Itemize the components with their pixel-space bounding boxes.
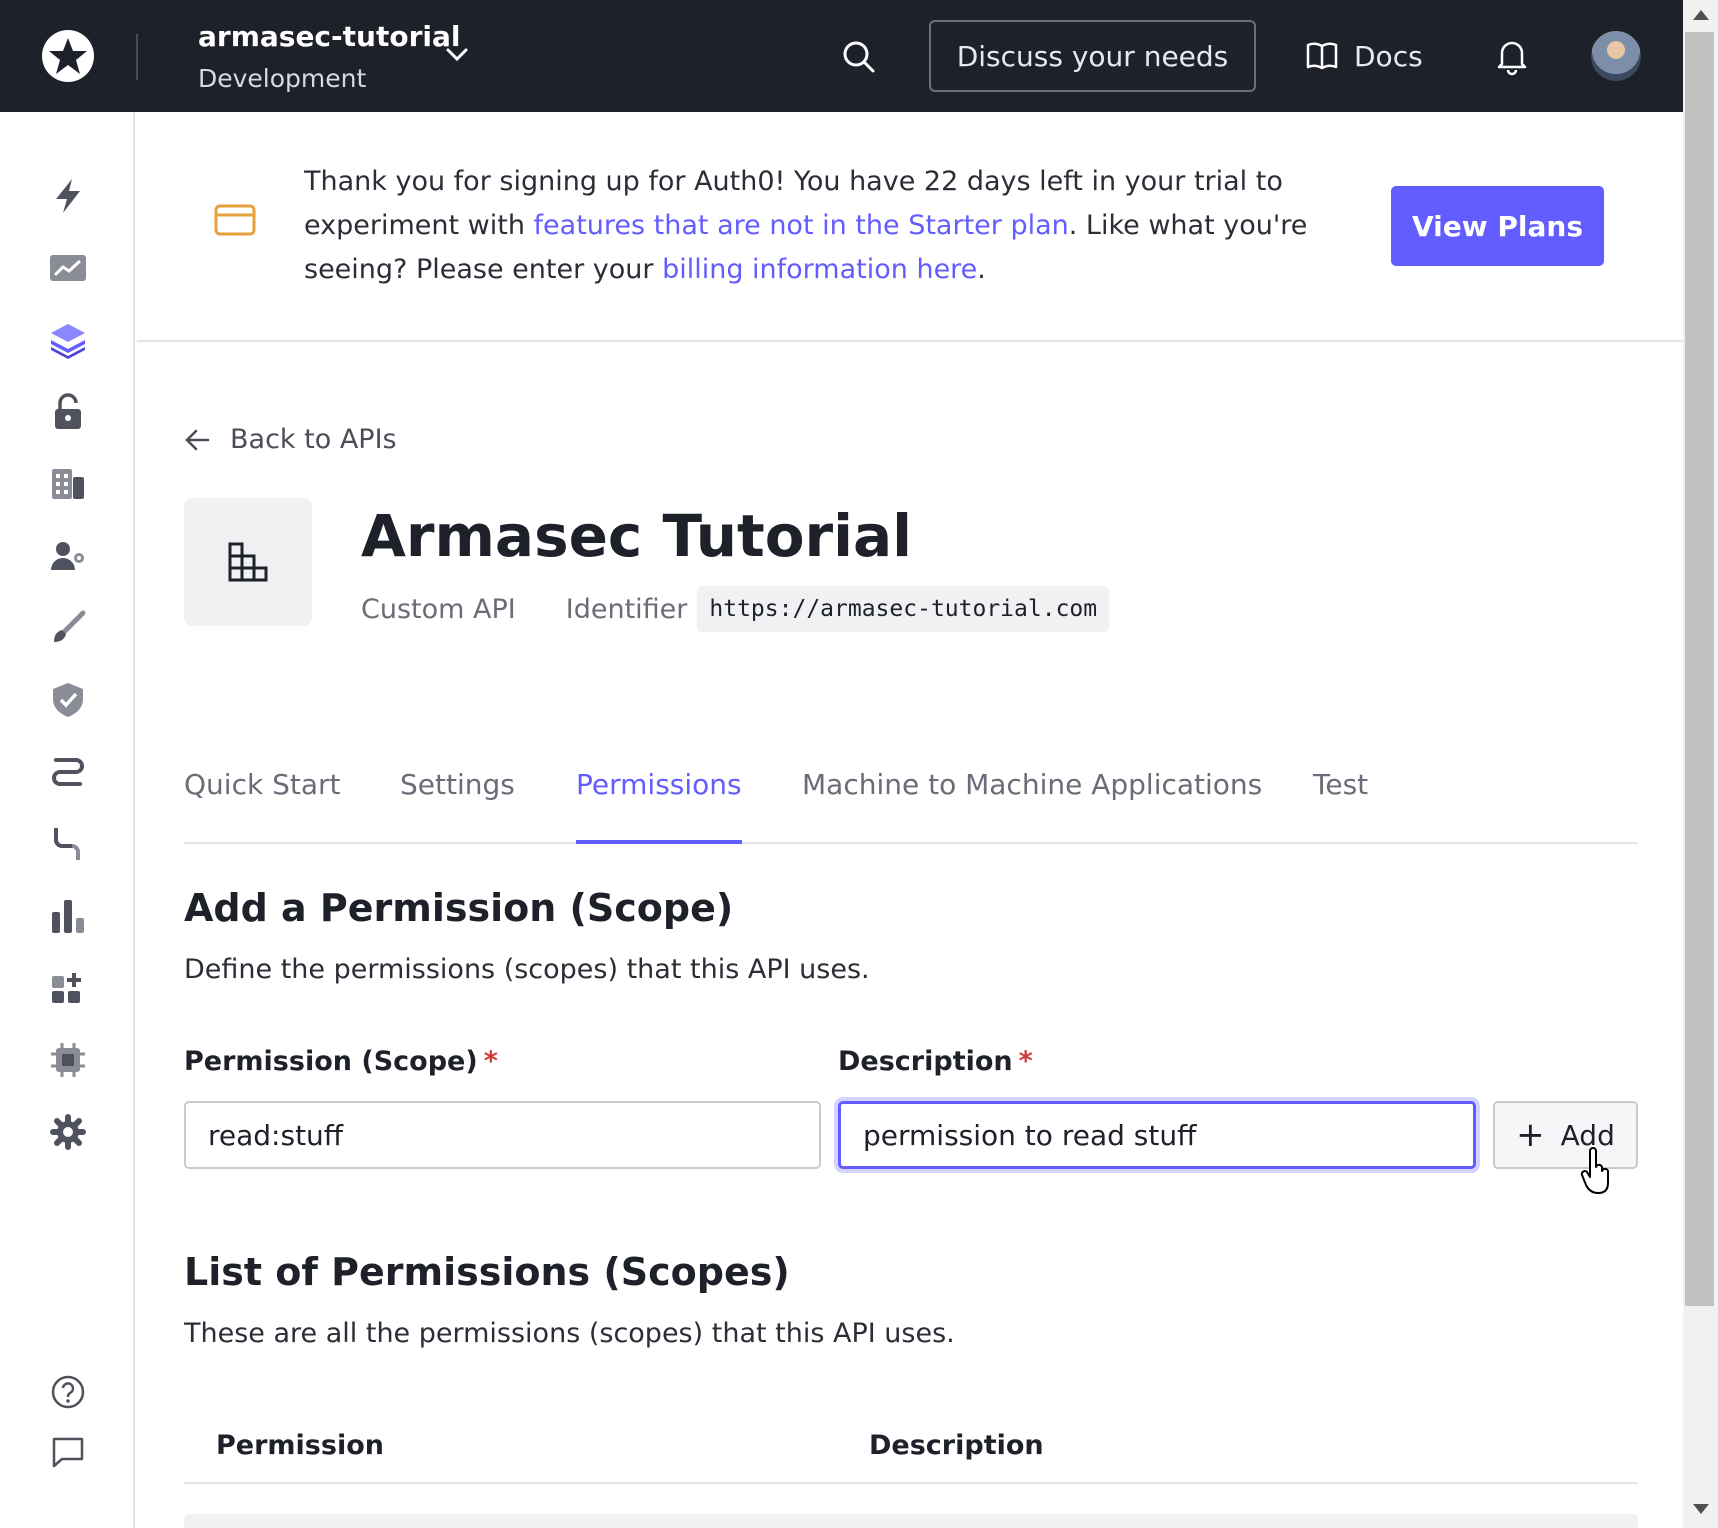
scroll-up-arrow-icon[interactable] xyxy=(1693,10,1709,20)
back-to-apis-link[interactable]: Back to APIs xyxy=(184,424,397,455)
view-plans-button[interactable]: View Plans xyxy=(1391,186,1604,266)
required-asterisk: * xyxy=(483,1046,498,1077)
description-input[interactable]: permission to read stuff xyxy=(838,1101,1476,1169)
back-link-label: Back to APIs xyxy=(230,424,397,455)
user-management-icon[interactable] xyxy=(48,536,88,576)
permission-scope-label-text: Permission (Scope) xyxy=(184,1046,478,1077)
tab-settings[interactable]: Settings xyxy=(400,732,515,844)
tenant-name[interactable]: armasec-tutorial xyxy=(198,20,461,53)
marketplace-icon[interactable] xyxy=(48,968,88,1008)
required-asterisk: * xyxy=(1018,1046,1033,1077)
permissions-table-header: Permission Description xyxy=(184,1412,1638,1484)
scroll-down-arrow-icon[interactable] xyxy=(1693,1504,1709,1514)
organizations-icon[interactable] xyxy=(48,464,88,504)
page-title: Armasec Tutorial xyxy=(361,502,913,570)
api-type: Custom API xyxy=(361,593,516,625)
bell-icon[interactable] xyxy=(1494,36,1530,76)
help-icon[interactable] xyxy=(48,1372,88,1412)
docs-label: Docs xyxy=(1354,39,1423,73)
sidebar xyxy=(0,112,135,1528)
discuss-your-needs-button[interactable]: Discuss your needs xyxy=(929,20,1256,92)
api-tabs: Quick Start Settings Permissions Machine… xyxy=(184,732,1638,844)
book-icon xyxy=(1306,42,1338,70)
credit-card-icon xyxy=(214,204,256,236)
tab-machine-to-machine-applications[interactable]: Machine to Machine Applications xyxy=(802,732,1262,844)
trial-banner-text: Thank you for signing up for Auth0! You … xyxy=(304,160,1374,292)
api-meta: Custom API Identifier https://armasec-tu… xyxy=(361,586,1110,632)
search-icon[interactable] xyxy=(840,38,878,76)
applications-layers-icon[interactable] xyxy=(48,320,88,360)
custom-api-icon xyxy=(228,542,268,582)
tab-test[interactable]: Test xyxy=(1313,732,1368,844)
column-header-description: Description xyxy=(869,1430,1044,1461)
tab-permissions[interactable]: Permissions xyxy=(576,732,742,844)
description-label-text: Description xyxy=(838,1046,1013,1077)
topbar-divider xyxy=(136,34,138,80)
security-shield-icon[interactable] xyxy=(48,680,88,720)
api-icon-tile xyxy=(184,498,312,626)
page-scrollbar[interactable] xyxy=(1683,0,1718,1528)
monitoring-bars-icon[interactable] xyxy=(48,896,88,936)
list-permissions-heading: List of Permissions (Scopes) xyxy=(184,1250,790,1294)
add-permission-description: Define the permissions (scopes) that thi… xyxy=(184,954,870,985)
add-permission-button[interactable]: + Add xyxy=(1493,1101,1638,1169)
avatar[interactable] xyxy=(1591,31,1641,81)
chevron-down-icon[interactable] xyxy=(444,44,470,66)
authentication-lock-icon[interactable] xyxy=(48,392,88,432)
billing-information-link[interactable]: billing information here xyxy=(662,254,977,285)
identifier-label: Identifier xyxy=(565,593,688,625)
actions-flow-icon[interactable] xyxy=(48,752,88,792)
column-header-permission: Permission xyxy=(216,1430,384,1461)
settings-gear-icon[interactable] xyxy=(48,1112,88,1152)
bolt-icon[interactable] xyxy=(48,176,88,216)
table-row xyxy=(184,1514,1638,1528)
docs-link[interactable]: Docs xyxy=(1306,36,1423,76)
plus-icon: + xyxy=(1516,1115,1545,1155)
banner-text-after: . xyxy=(977,254,986,285)
trial-banner: Thank you for signing up for Auth0! You … xyxy=(137,112,1683,342)
list-permissions-description: These are all the permissions (scopes) t… xyxy=(184,1318,955,1349)
scroll-thumb[interactable] xyxy=(1685,32,1714,1306)
identifier-value[interactable]: https://armasec-tutorial.com xyxy=(697,586,1110,632)
starter-plan-features-link[interactable]: features that are not in the Starter pla… xyxy=(534,210,1069,241)
branding-brush-icon[interactable] xyxy=(48,608,88,648)
add-permission-heading: Add a Permission (Scope) xyxy=(184,886,734,930)
hand-cursor-icon xyxy=(1580,1147,1610,1197)
activity-chart-icon[interactable] xyxy=(48,248,88,288)
feedback-icon[interactable] xyxy=(48,1432,88,1472)
auth0-logo-icon[interactable] xyxy=(40,28,96,84)
extensions-chip-icon[interactable] xyxy=(48,1040,88,1080)
description-label: Description * xyxy=(838,1046,1033,1077)
permission-scope-input[interactable]: read:stuff xyxy=(184,1101,821,1169)
tab-quick-start[interactable]: Quick Start xyxy=(184,732,340,844)
permission-scope-label: Permission (Scope) * xyxy=(184,1046,498,1077)
top-navigation-bar: armasec-tutorial Development Discuss you… xyxy=(0,0,1683,112)
arrow-left-icon xyxy=(185,429,210,450)
tenant-environment[interactable]: Development xyxy=(198,64,366,93)
auth-pipeline-icon[interactable] xyxy=(48,824,88,864)
